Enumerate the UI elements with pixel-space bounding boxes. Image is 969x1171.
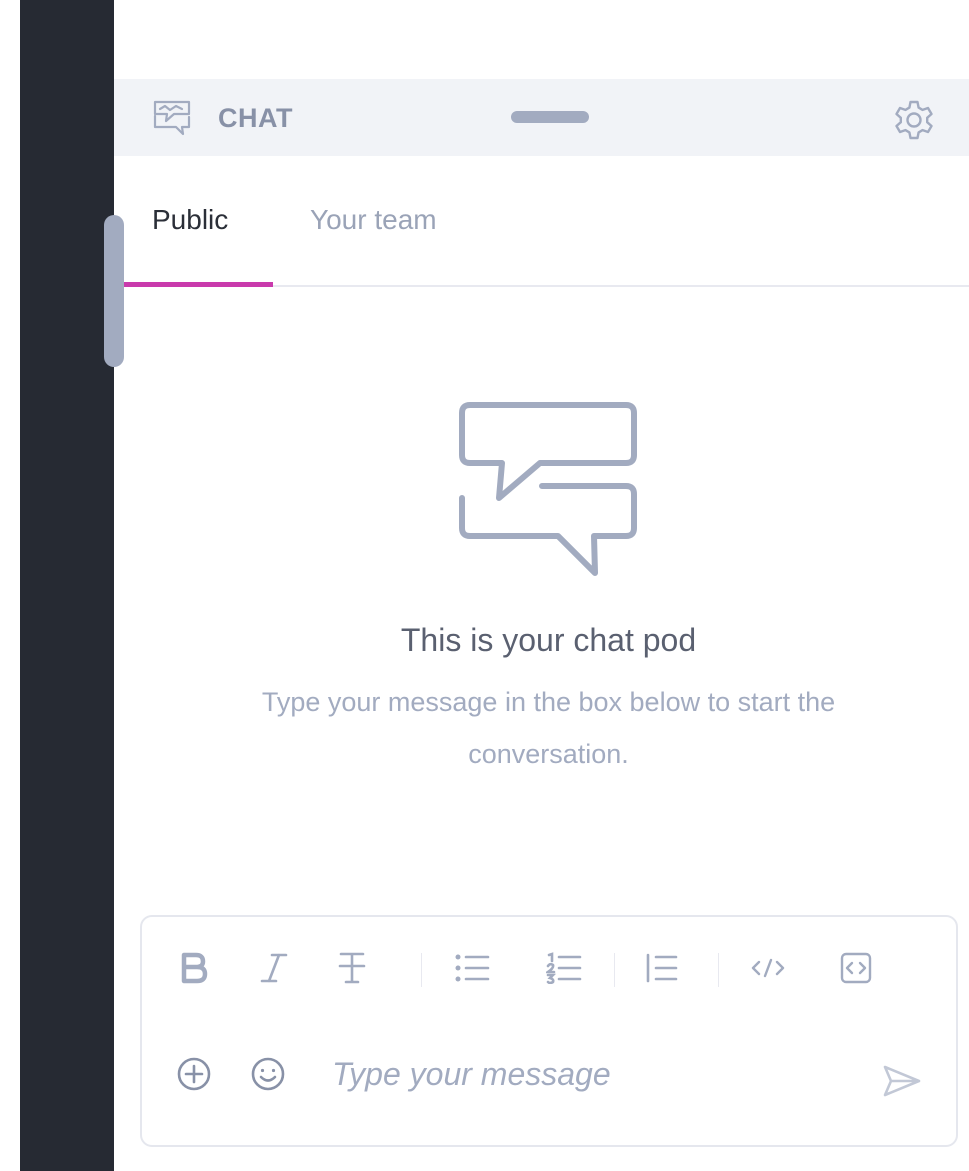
panel-resize-handle[interactable] bbox=[104, 215, 124, 367]
blockquote-button[interactable] bbox=[640, 943, 684, 993]
chat-panel: CHAT Public Your team This is your chat … bbox=[114, 0, 969, 1171]
gear-icon[interactable] bbox=[890, 96, 938, 144]
send-icon bbox=[883, 1065, 921, 1097]
code-block-button[interactable] bbox=[834, 943, 878, 993]
bold-icon bbox=[181, 952, 208, 984]
bullet-list-icon bbox=[455, 954, 490, 982]
code-block-icon bbox=[840, 952, 872, 984]
toolbar-separator bbox=[421, 953, 422, 987]
chat-header: CHAT bbox=[114, 79, 969, 156]
message-input[interactable] bbox=[332, 1049, 852, 1099]
blockquote-icon bbox=[646, 953, 678, 983]
numbered-list-button[interactable] bbox=[542, 943, 586, 993]
bullet-list-button[interactable] bbox=[450, 943, 494, 993]
chat-tabs: Public Your team bbox=[114, 156, 969, 287]
message-composer bbox=[140, 915, 958, 1147]
active-tab-indicator bbox=[124, 282, 273, 287]
italic-button[interactable] bbox=[252, 943, 296, 993]
toolbar-separator bbox=[614, 953, 615, 987]
app-sidebar bbox=[20, 0, 114, 1171]
toolbar-separator bbox=[718, 953, 719, 987]
chat-bubbles-icon bbox=[153, 100, 191, 136]
empty-state-subtitle: Type your message in the box below to st… bbox=[261, 687, 836, 769]
italic-icon bbox=[260, 953, 288, 983]
code-icon bbox=[751, 958, 785, 978]
emoji-icon bbox=[251, 1057, 285, 1091]
strikethrough-icon bbox=[338, 952, 366, 984]
tab-your-team[interactable]: Your team bbox=[310, 204, 437, 236]
plus-circle-icon bbox=[177, 1057, 211, 1091]
empty-state-title: This is your chat pod bbox=[400, 622, 697, 658]
drag-handle[interactable] bbox=[511, 111, 589, 123]
strikethrough-button[interactable] bbox=[330, 943, 374, 993]
page-margin bbox=[0, 0, 20, 1171]
add-attachment-button[interactable] bbox=[174, 1054, 214, 1094]
chat-title: CHAT bbox=[218, 103, 293, 133]
send-button[interactable] bbox=[880, 1061, 924, 1101]
bold-button[interactable] bbox=[172, 943, 216, 993]
code-button[interactable] bbox=[746, 943, 790, 993]
tab-public[interactable]: Public bbox=[152, 204, 228, 236]
chat-bubbles-icon bbox=[459, 402, 637, 576]
numbered-list-icon bbox=[546, 952, 582, 984]
emoji-button[interactable] bbox=[248, 1054, 288, 1094]
